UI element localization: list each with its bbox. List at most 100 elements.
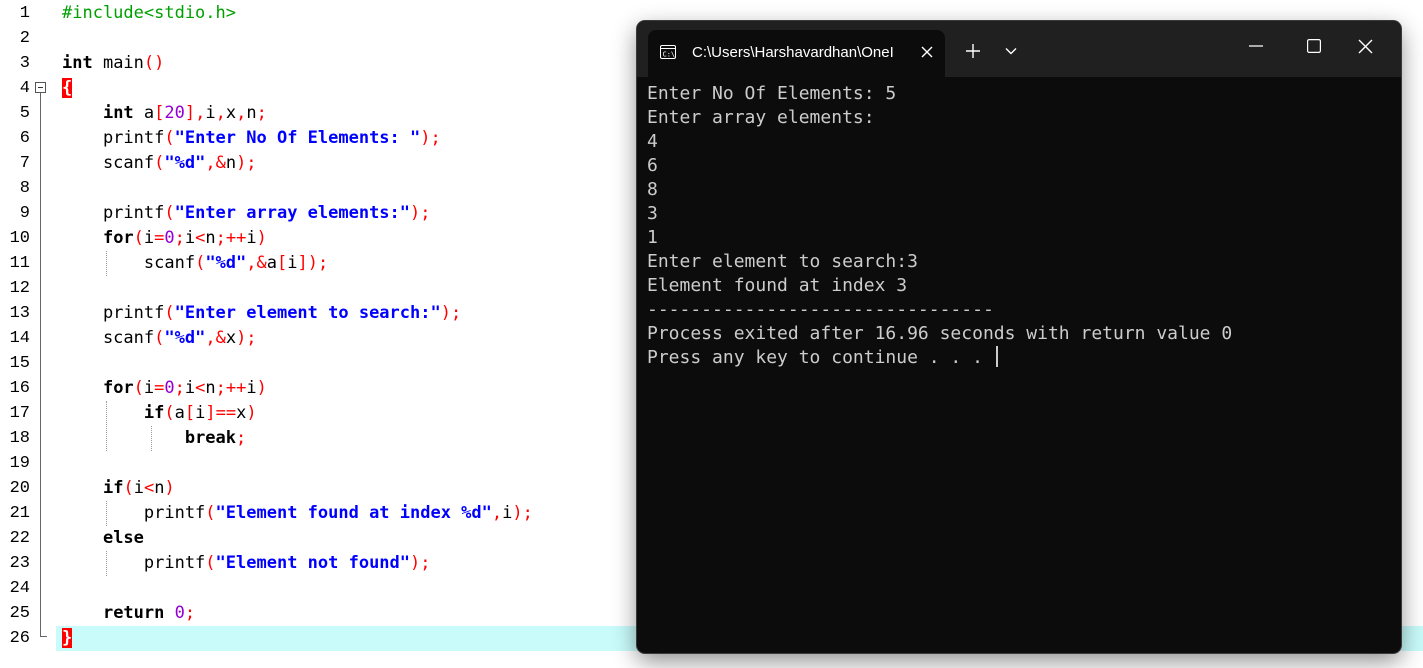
code-text: printf — [62, 203, 165, 223]
code-text: printf — [62, 553, 206, 573]
terminal-output-text: Enter element to search:3 — [647, 251, 918, 272]
indent-guide — [151, 426, 152, 451]
code-operator: < — [143, 478, 155, 498]
code-line[interactable]: scanf("%d",&n); — [62, 151, 257, 176]
indent-guide — [106, 551, 107, 576]
line-number: 15 — [9, 354, 30, 373]
terminal-output-line: 8 — [647, 178, 1387, 202]
close-icon — [921, 46, 933, 58]
code-text: i — [205, 103, 216, 123]
code-line[interactable]: else — [62, 526, 144, 551]
fold-collapse-icon[interactable] — [35, 82, 46, 93]
new-tab-button[interactable] — [959, 37, 987, 65]
text-cursor — [995, 346, 998, 367]
code-operator: ); — [420, 128, 441, 148]
code-operator: ); — [410, 553, 431, 573]
code-number: 20 — [164, 103, 185, 123]
terminal-output-line: Enter array elements: — [647, 106, 1387, 130]
code-line[interactable]: int main() — [62, 51, 164, 76]
code-operator: [ — [184, 403, 196, 423]
code-text: n — [205, 378, 216, 398]
code-line[interactable]: printf("Enter element to search:"); — [62, 301, 461, 326]
code-operator: ); — [512, 503, 533, 523]
code-line[interactable]: printf("Element found at index %d",i); — [62, 501, 533, 526]
code-operator: , — [215, 103, 226, 123]
code-operator: ); — [410, 203, 431, 223]
code-line[interactable]: printf("Enter No Of Elements: "); — [62, 126, 441, 151]
code-operator: ); — [440, 303, 462, 323]
terminal-output-text: Process exited after 16.96 seconds with … — [647, 323, 1233, 344]
code-line[interactable]: scanf("%d",&x); — [62, 326, 257, 351]
terminal-output-text: 8 — [647, 179, 658, 200]
code-line[interactable]: break; — [62, 426, 246, 451]
code-keyword: int — [62, 53, 93, 73]
code-operator: = — [154, 228, 165, 248]
line-number: 19 — [9, 454, 30, 473]
code-line[interactable]: printf("Element not found"); — [62, 551, 431, 576]
code-line[interactable]: for(i=0;i<n;++i) — [62, 226, 267, 251]
code-operator: ( — [164, 128, 175, 148]
code-operator: ); — [236, 153, 257, 173]
code-keyword: int — [102, 103, 134, 123]
minimize-button[interactable] — [1237, 31, 1275, 61]
code-text: printf — [62, 128, 165, 148]
code-operator: , — [491, 503, 503, 523]
code-line[interactable]: { — [62, 76, 73, 101]
terminal-output-text: 6 — [647, 155, 658, 176]
code-keyword: for — [102, 228, 134, 248]
close-window-button[interactable] — [1345, 31, 1385, 61]
terminal-output-line: 3 — [647, 202, 1387, 226]
code-number: 0 — [164, 228, 175, 248]
code-operator: ( — [154, 153, 165, 173]
terminal-output[interactable]: Enter No Of Elements: 5 Enter array eleme… — [647, 82, 1387, 642]
terminal-window[interactable]: C:\ C:\Users\Harshavardhan\OneI Enter No… — [637, 21, 1401, 653]
code-line[interactable]: for(i=0;i<n;++i) — [62, 376, 267, 401]
code-string: "%d" — [205, 253, 247, 273]
code-operator: ; — [174, 228, 185, 248]
code-string: "Element not found" — [215, 553, 411, 573]
indent-guide — [106, 501, 107, 526]
code-line[interactable]: #include<stdio.h> — [62, 1, 236, 26]
code-operator: ;++ — [215, 228, 247, 248]
code-brace: { — [62, 78, 73, 98]
code-line[interactable]: if(a[i]==x) — [62, 401, 257, 426]
code-operator: ,& — [205, 328, 226, 348]
indent-guide — [106, 401, 107, 451]
terminal-tab[interactable]: C:\ C:\Users\Harshavardhan\OneI — [648, 30, 945, 77]
code-string: "Enter No Of Elements: " — [174, 128, 421, 148]
line-number: 21 — [9, 504, 30, 523]
code-line[interactable]: int a[20],i,x,n; — [62, 101, 267, 126]
code-operator: ;++ — [215, 378, 247, 398]
terminal-titlebar[interactable]: C:\ C:\Users\Harshavardhan\OneI — [637, 21, 1401, 77]
code-line[interactable]: return 0; — [62, 601, 195, 626]
code-operator: ; — [174, 378, 185, 398]
terminal-output-text: Press any key to continue . . . — [647, 347, 994, 368]
terminal-output-text: Enter array elements: — [647, 107, 875, 128]
code-operator: ( — [133, 228, 144, 248]
terminal-output-text: 3 — [647, 203, 658, 224]
code-line[interactable]: printf("Enter array elements:"); — [62, 201, 431, 226]
tab-dropdown-button[interactable] — [999, 39, 1023, 63]
code-text: x — [225, 103, 237, 123]
terminal-output-text: 1 — [647, 227, 658, 248]
code-line[interactable]: if(i<n) — [62, 476, 175, 501]
terminal-output-line: 1 — [647, 226, 1387, 250]
code-line[interactable]: scanf("%d",&a[i]); — [62, 251, 328, 276]
code-text: i — [246, 228, 257, 248]
code-operator: ) — [246, 403, 257, 423]
code-string: "%d" — [164, 153, 206, 173]
maximize-button[interactable] — [1295, 31, 1333, 61]
close-tab-button[interactable] — [916, 41, 938, 63]
code-line[interactable]: } — [62, 626, 73, 651]
code-operator: ; — [256, 103, 267, 123]
code-operator: ,& — [205, 153, 226, 173]
line-number: 16 — [9, 379, 30, 398]
code-text: i — [287, 253, 298, 273]
code-operator: ( — [133, 378, 144, 398]
